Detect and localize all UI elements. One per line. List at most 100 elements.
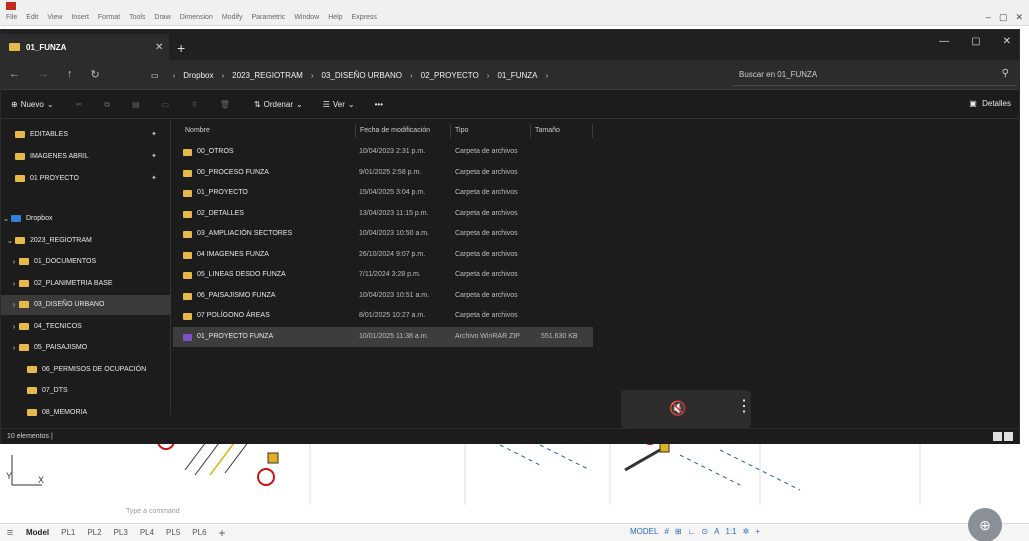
snap-icon[interactable]: ⊞ <box>675 527 682 536</box>
file-row[interactable]: 02_DETALLES 13/04/2023 11:15 p.m. Carpeta … <box>173 204 593 224</box>
cad-menu-item[interactable]: Express <box>352 14 377 21</box>
new-tab-icon[interactable]: + <box>177 40 185 56</box>
tab-01-funza[interactable]: 01_FUNZA ✕ <box>1 34 169 60</box>
rename-icon[interactable]: ▭ <box>162 100 170 109</box>
cad-menu-item[interactable]: Draw <box>154 14 170 21</box>
column-date[interactable]: Fecha de modificación <box>356 124 451 138</box>
minimize-icon[interactable]: – <box>986 12 991 23</box>
cad-menu-item[interactable]: Modify <box>222 14 243 21</box>
breadcrumb-chevron-icon[interactable]: › <box>410 71 413 80</box>
chevron-down-icon[interactable]: ⌄ <box>1 214 11 223</box>
file-row[interactable]: 05_LINEAS DESDO FUNZA 7/11/2024 3:28 p.m.… <box>173 265 593 285</box>
nav-tree-item[interactable]: › 03_DISEÑO URBANO <box>1 294 171 315</box>
pin-icon[interactable]: ✦ <box>151 152 157 160</box>
search-box[interactable]: Buscar en 01_FUNZA ⚲ <box>733 64 1017 86</box>
cad-menu-item[interactable]: Dimension <box>180 14 213 21</box>
cad-menu-item[interactable]: Parametric <box>251 14 285 21</box>
cad-menu-item[interactable]: Format <box>98 14 120 21</box>
plus-icon[interactable]: + <box>755 527 760 536</box>
paste-icon[interactable]: ▤ <box>132 100 140 109</box>
minimize-icon[interactable]: — <box>939 36 949 47</box>
cad-menu-item[interactable]: Window <box>294 14 319 21</box>
nav-tree-item[interactable]: › 05_PAISAJISMO <box>1 338 171 358</box>
settings-icon[interactable]: ✲ <box>743 527 750 536</box>
forward-icon[interactable]: → <box>38 68 49 81</box>
cad-menu-item[interactable]: Edit <box>26 14 38 21</box>
polar-icon[interactable]: ⊙ <box>701 527 708 536</box>
maximize-icon[interactable]: ▢ <box>971 36 980 47</box>
mute-icon[interactable]: 🔇 <box>669 400 686 417</box>
scale-icon[interactable]: 1:1 <box>726 527 737 536</box>
file-row[interactable]: 00_PROCESO FUNZA 9/01/2025 2:58 p.m. Carpe… <box>173 163 593 183</box>
breadcrumb-chevron-icon[interactable]: › <box>487 71 490 80</box>
nav-tree-item[interactable]: ⌄ 2023_REGIOTRAM <box>1 230 171 250</box>
quick-access-item[interactable]: EDITABLES ✦ <box>1 124 171 144</box>
nav-dropbox[interactable]: ⌄ Dropbox <box>1 208 171 228</box>
chevron-right-icon[interactable]: › <box>9 322 19 331</box>
file-row[interactable]: 00_OTROS 10/04/2023 2:31 p.m. Carpeta de a… <box>173 142 593 162</box>
close-icon[interactable]: ✕ <box>1015 12 1023 23</box>
quick-access-item[interactable]: 01 PROYECTO ✦ <box>1 168 171 188</box>
sort-button[interactable]: ⇅ Ordenar ⌄ <box>254 100 303 109</box>
command-input[interactable]: Type a command <box>126 508 180 515</box>
share-icon[interactable]: ⇪ <box>191 100 198 109</box>
grid-icon[interactable]: # <box>664 527 668 536</box>
cad-menu-item[interactable]: Help <box>328 14 342 21</box>
address-bar[interactable]: ▭ › Dropbox › 2023_REGIOTRAM › 03_DISEÑO URBAN… <box>151 64 726 86</box>
more-button[interactable]: ••• <box>375 100 383 109</box>
file-row[interactable]: 01_PROYECTO FUNZA 10/01/2025 11:38 a.m. Ar… <box>173 326 593 347</box>
tiles-view-icon[interactable] <box>1004 432 1013 441</box>
details-button[interactable]: ▣ Detalles <box>969 99 1011 108</box>
nav-tree-item[interactable]: 06_PERMISOS DE OCUPACIÓN <box>1 359 171 379</box>
restore-icon[interactable]: ▢ <box>999 12 1008 23</box>
add-layout-icon[interactable]: + <box>213 526 232 540</box>
nav-tree-item[interactable]: 07_DTS <box>1 381 171 401</box>
chevron-right-icon[interactable]: › <box>9 279 19 288</box>
close-tab-icon[interactable]: ✕ <box>155 42 169 53</box>
nav-tree-item[interactable]: 08_MEMORIA <box>1 402 171 422</box>
pin-icon[interactable]: ✦ <box>151 130 157 138</box>
breadcrumb-item[interactable]: 03_DISEÑO URBANO <box>322 71 402 80</box>
search-input[interactable]: Buscar en 01_FUNZA <box>739 70 817 79</box>
refresh-icon[interactable]: ↻ <box>91 68 100 81</box>
layout-tab[interactable]: Model <box>20 528 55 537</box>
back-icon[interactable]: ← <box>9 68 20 81</box>
chevron-right-icon[interactable]: › <box>9 257 19 266</box>
chevron-right-icon[interactable]: › <box>9 343 19 352</box>
annotation-icon[interactable]: A <box>714 527 719 536</box>
file-row[interactable]: 04 IMAGENES FUNZA 26/10/2024 9:07 p.m. Car… <box>173 245 593 265</box>
up-icon[interactable]: ↑ <box>67 68 73 81</box>
file-row[interactable]: 01_PROYECTO 15/04/2025 3:04 p.m. Carpeta d… <box>173 183 593 203</box>
new-button[interactable]: ⊕ Nuevo ⌄ <box>11 100 54 109</box>
chevron-down-icon[interactable]: ⌄ <box>5 236 15 245</box>
layout-tab[interactable]: PL4 <box>134 528 160 537</box>
pin-icon[interactable]: ✦ <box>151 174 157 182</box>
nav-tree-item[interactable]: › 02_PLANIMETRIA BASE <box>1 273 171 293</box>
breadcrumb-chevron-icon[interactable]: › <box>173 71 176 80</box>
delete-icon[interactable]: 🗑 <box>220 100 230 109</box>
menu-icon[interactable]: ≡ <box>0 527 20 539</box>
layout-tab[interactable]: PL6 <box>186 528 212 537</box>
layout-tab[interactable]: PL5 <box>160 528 186 537</box>
close-icon[interactable]: ✕ <box>1003 36 1011 47</box>
quick-access-item[interactable]: IMAGENES ABRIL ✦ <box>1 146 171 166</box>
breadcrumb-item[interactable]: 01_FUNZA <box>497 71 537 80</box>
more-options-icon[interactable]: ⋮ <box>736 396 752 416</box>
copy-icon[interactable]: ⧉ <box>104 100 110 110</box>
breadcrumb-chevron-icon[interactable]: › <box>545 71 548 80</box>
breadcrumb-item[interactable]: 02_PROYECTO <box>421 71 479 80</box>
cad-menu-item[interactable]: Insert <box>71 14 89 21</box>
breadcrumb-chevron-icon[interactable]: › <box>221 71 224 80</box>
model-space-toggle[interactable]: MODEL <box>630 527 658 536</box>
details-view-icon[interactable] <box>993 432 1002 441</box>
breadcrumb-item[interactable]: 2023_REGIOTRAM <box>232 71 303 80</box>
column-type[interactable]: Tipo <box>451 124 531 138</box>
breadcrumb-chevron-icon[interactable]: › <box>311 71 314 80</box>
view-button[interactable]: ☰ Ver ⌄ <box>323 100 355 109</box>
layout-tab[interactable]: PL1 <box>55 528 81 537</box>
cad-menu-item[interactable]: Tools <box>129 14 145 21</box>
file-row[interactable]: 06_PAISAJISMO FUNZA 10/04/2023 10:51 a.m.… <box>173 286 593 306</box>
cut-icon[interactable]: ✂ <box>76 100 83 109</box>
command-line[interactable]: Type a command <box>120 505 880 519</box>
file-row[interactable]: 03_AMPLIACIÓN SECTORES 10/04/2023 10:50 a… <box>173 224 593 244</box>
